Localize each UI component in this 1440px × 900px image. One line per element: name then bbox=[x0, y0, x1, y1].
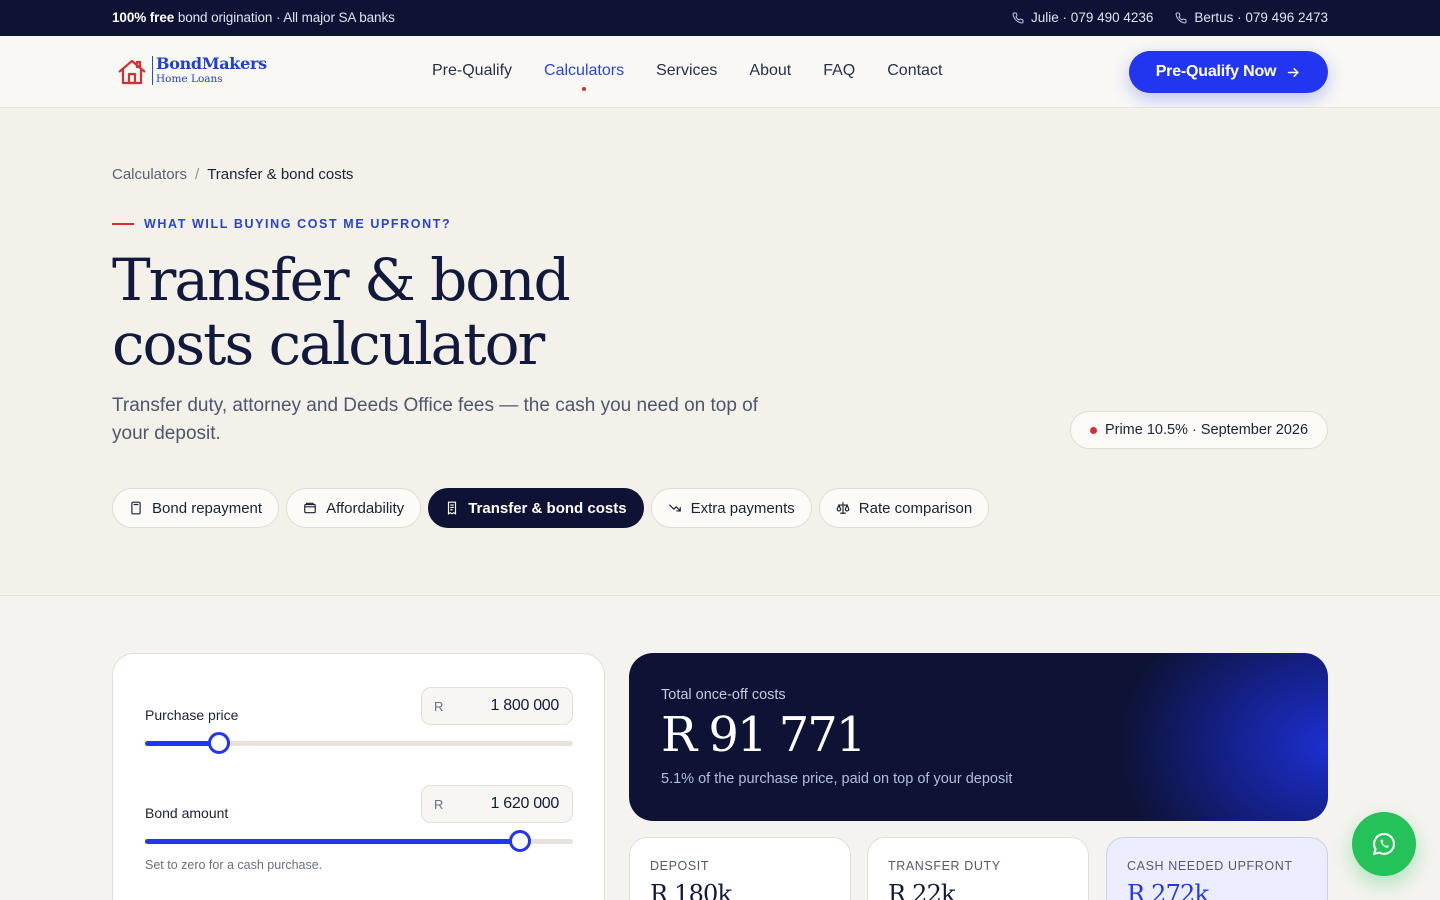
slider-thumb[interactable] bbox=[208, 732, 231, 754]
total-costs-card: Total once-off costs R 91 771 5.1% of th… bbox=[629, 653, 1328, 821]
prime-rate-text: Prime 10.5% · September 2026 bbox=[1104, 422, 1309, 438]
tab-label: Affordability bbox=[326, 499, 405, 517]
eyebrow-text: WHAT WILL BUYING COST ME UPFRONT? bbox=[144, 217, 452, 231]
contact-bertus[interactable]: Bertus · 079 496 2473 bbox=[1175, 10, 1328, 25]
page-title: Transfer & bond costs calculator bbox=[112, 248, 752, 376]
slider-fill bbox=[145, 839, 520, 844]
stat-value: R 22k bbox=[888, 880, 956, 900]
trend-down-icon bbox=[668, 504, 681, 512]
bond-amount-slider[interactable] bbox=[145, 830, 573, 852]
stat-label: CASH NEEDED UPFRONT bbox=[1127, 859, 1293, 873]
breadcrumb: Calculators / Transfer & bond costs bbox=[112, 166, 354, 183]
wallet-icon bbox=[304, 502, 316, 514]
stat-transfer-duty: TRANSFER DUTY R 22k bbox=[867, 837, 1089, 900]
brand-tagline: Home Loans bbox=[156, 73, 223, 85]
brand-name: BondMakers bbox=[156, 54, 267, 73]
bond-amount-label: Bond amount bbox=[145, 805, 229, 821]
calculator-inputs-card: Purchase price R 1 800 000 Bond amount R… bbox=[112, 653, 605, 900]
eyebrow: WHAT WILL BUYING COST ME UPFRONT? bbox=[112, 217, 451, 231]
tab-transfer-bond-costs[interactable]: Transfer & bond costs bbox=[428, 488, 644, 528]
status-dot bbox=[1089, 426, 1097, 434]
main-nav: BondMakers Home Loans Pre-Qualify Calcul… bbox=[0, 36, 1440, 108]
total-label: Total once-off costs bbox=[661, 687, 786, 703]
promo-rest: bond origination · All major SA banks bbox=[177, 10, 395, 25]
contact-julie-label: Julie · 079 490 4236 bbox=[1031, 10, 1154, 25]
top-bar: 100% free bond origination · All major S… bbox=[0, 0, 1440, 36]
nav-calculators[interactable]: Calculators bbox=[544, 62, 624, 91]
cta-label: Pre-Qualify Now bbox=[1155, 63, 1277, 80]
stat-cash-needed: CASH NEEDED UPFRONT R 272k bbox=[1106, 837, 1328, 900]
tab-bond-repayment[interactable]: Bond repayment bbox=[112, 488, 280, 528]
house-icon bbox=[118, 59, 146, 85]
tab-label: Bond repayment bbox=[152, 499, 263, 517]
tab-rate-comparison[interactable]: Rate comparison bbox=[818, 488, 990, 528]
purchase-price-label: Purchase price bbox=[145, 707, 239, 723]
nav-services[interactable]: Services bbox=[656, 62, 717, 80]
page-title-line1: Transfer & bond bbox=[112, 246, 571, 314]
bond-amount-input[interactable]: R 1 620 000 bbox=[421, 785, 573, 823]
tab-affordability[interactable]: Affordability bbox=[286, 488, 422, 528]
currency-prefix: R bbox=[434, 699, 444, 714]
pre-qualify-now-button[interactable]: Pre-Qualify Now bbox=[1129, 51, 1328, 93]
nav-faq[interactable]: FAQ bbox=[823, 62, 855, 80]
prime-rate-badge: Prime 10.5% · September 2026 bbox=[1070, 411, 1328, 449]
currency-prefix: R bbox=[434, 797, 444, 812]
stat-label: TRANSFER DUTY bbox=[888, 859, 1001, 873]
arrow-right-icon bbox=[1288, 67, 1300, 77]
page-subtitle: Transfer duty, attorney and Deeds Office… bbox=[112, 395, 759, 444]
purchase-price-value: 1 800 000 bbox=[490, 697, 560, 714]
scale-icon bbox=[836, 502, 850, 514]
tab-label: Transfer & bond costs bbox=[468, 499, 627, 517]
slider-thumb[interactable] bbox=[508, 830, 531, 852]
whatsapp-button[interactable] bbox=[1352, 812, 1416, 876]
tab-extra-payments[interactable]: Extra payments bbox=[650, 488, 812, 528]
receipt-icon bbox=[448, 501, 457, 515]
whatsapp-icon bbox=[1373, 832, 1395, 855]
total-note: 5.1% of the purchase price, paid on top … bbox=[661, 771, 1013, 787]
bond-amount-value: 1 620 000 bbox=[490, 795, 560, 812]
breadcrumb-calculators[interactable]: Calculators bbox=[112, 166, 187, 183]
total-value: R 91 771 bbox=[661, 707, 866, 763]
brand-logo[interactable]: BondMakers Home Loans bbox=[116, 56, 267, 88]
page-title-line2: costs calculator bbox=[112, 310, 545, 378]
breadcrumb-current: Transfer & bond costs bbox=[207, 166, 354, 183]
bond-amount-hint: Set to zero for a cash purchase. bbox=[145, 858, 323, 872]
stat-value: R 180k bbox=[650, 880, 732, 900]
nav-pre-qualify[interactable]: Pre-Qualify bbox=[432, 62, 512, 80]
tab-label: Rate comparison bbox=[858, 499, 973, 517]
calculator-tabs: Bond repayment Affordability Transfer & … bbox=[112, 488, 990, 528]
phone-icon bbox=[1175, 11, 1187, 23]
purchase-price-input[interactable]: R 1 800 000 bbox=[421, 687, 573, 725]
purchase-price-slider[interactable] bbox=[145, 732, 573, 754]
nav-contact[interactable]: Contact bbox=[887, 62, 942, 80]
contact-julie[interactable]: Julie · 079 490 4236 bbox=[1012, 10, 1153, 25]
nav-about[interactable]: About bbox=[749, 62, 791, 80]
calculator-icon bbox=[131, 501, 141, 515]
hero-section: Calculators / Transfer & bond costs WHAT W… bbox=[0, 108, 1440, 596]
phone-icon bbox=[1012, 11, 1024, 23]
tab-label: Extra payments bbox=[690, 499, 795, 517]
eyebrow-line bbox=[112, 223, 134, 225]
stat-deposit: DEPOSIT R 180k bbox=[629, 837, 851, 900]
stat-label: DEPOSIT bbox=[650, 859, 710, 873]
stat-value: R 272k bbox=[1127, 880, 1209, 900]
promo-bold: 100% free bbox=[112, 10, 175, 25]
promo-text: 100% free bond origination · All major S… bbox=[112, 10, 395, 25]
contact-bertus-label: Bertus · 079 496 2473 bbox=[1194, 10, 1328, 25]
